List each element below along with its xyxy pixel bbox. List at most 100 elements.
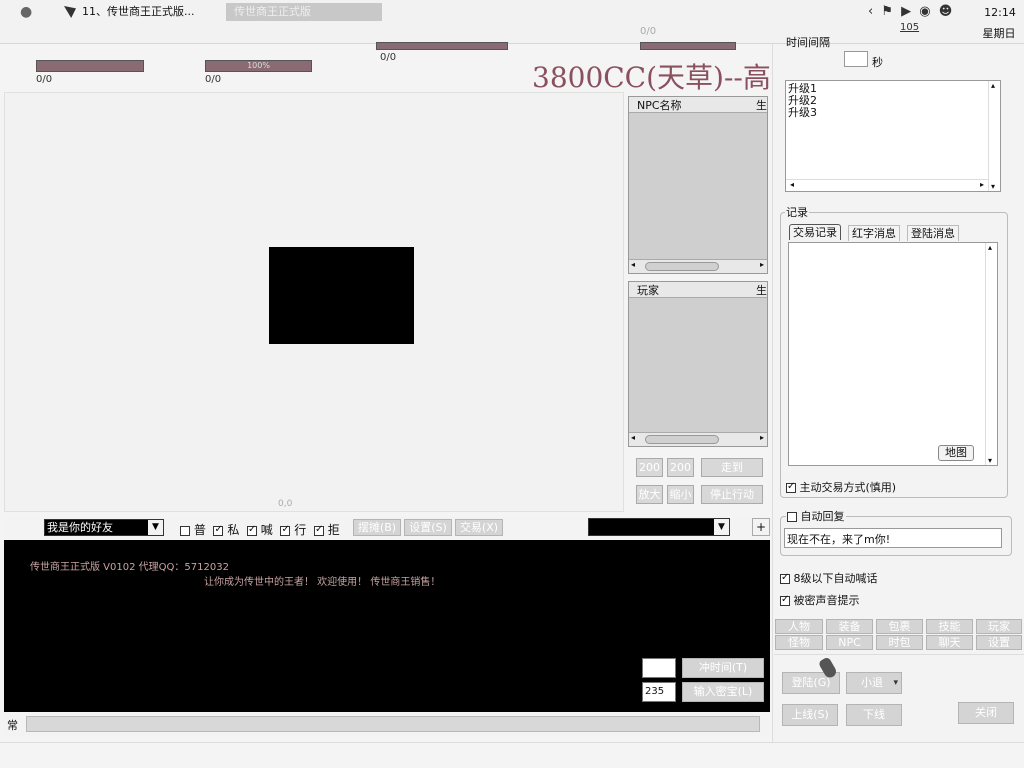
- upgrade-list[interactable]: 升级1 升级2 升级3 ◂ ▸ ▴ ▾: [785, 80, 1001, 192]
- filter-private[interactable]: 私: [213, 523, 239, 537]
- window-tab-1[interactable]: 11、传世商王正式版...: [64, 3, 222, 21]
- zoom-out-button[interactable]: 缩小: [667, 485, 694, 504]
- input-secret-button[interactable]: 输入密宝(L): [682, 682, 764, 702]
- filter-guild[interactable]: 行: [280, 523, 306, 537]
- tab-red-messages[interactable]: 红字消息: [848, 225, 900, 241]
- monsters-button[interactable]: 怪物: [775, 635, 823, 650]
- coord-x-field[interactable]: 200: [636, 458, 663, 477]
- chat-button[interactable]: 聊天: [926, 635, 973, 650]
- settings-button[interactable]: 设置: [976, 635, 1022, 650]
- stall-button[interactable]: 摆摊(B): [353, 519, 401, 536]
- login-area: [774, 654, 1024, 740]
- auto-shout-option[interactable]: 8级以下自动喊话: [780, 570, 878, 586]
- records-vscroll[interactable]: ▴ ▾: [985, 243, 997, 465]
- scroll-thumb[interactable]: [645, 262, 719, 271]
- player-list-hscroll[interactable]: ◂ ▸: [629, 432, 767, 446]
- window-tab-2[interactable]: 传世商王正式版: [226, 3, 382, 21]
- auto-trade-option[interactable]: 主动交易方式(慎用): [786, 479, 896, 495]
- user-icon[interactable]: ☻: [939, 4, 955, 19]
- weight-bar: [640, 42, 736, 50]
- interval-label: 时间间隔: [786, 36, 830, 49]
- npc-column-header: NPC名称: [637, 99, 682, 112]
- offline-button[interactable]: 下线: [846, 704, 902, 726]
- flag-icon[interactable]: ⚑: [881, 4, 895, 19]
- auto-reply-input[interactable]: 现在不在，来了m你!: [784, 528, 1002, 548]
- network-icon[interactable]: ◉: [919, 4, 932, 19]
- npc-list[interactable]: NPC名称 生 ◂ ▸: [628, 96, 768, 274]
- filter-normal[interactable]: 普: [180, 523, 206, 537]
- map-button[interactable]: 地图: [938, 445, 974, 461]
- upgrade-vscroll[interactable]: ▴ ▾: [988, 81, 1000, 191]
- coordinate-readout: 0,0: [278, 499, 293, 509]
- auto-reply-checkbox[interactable]: [787, 512, 797, 522]
- scroll-left-icon[interactable]: ◂: [631, 433, 635, 442]
- auto-shout-checkbox[interactable]: [780, 572, 790, 584]
- app-icon: [64, 6, 76, 18]
- npc-list-hscroll[interactable]: ◂ ▸: [629, 259, 767, 273]
- chevron-left-icon[interactable]: ‹: [868, 4, 875, 19]
- upgrade-item[interactable]: 升级2: [788, 95, 998, 107]
- player-column2-header: 生: [756, 284, 767, 297]
- timed-bag-button[interactable]: 时包: [876, 635, 923, 650]
- scroll-right-icon[interactable]: ▸: [760, 433, 764, 442]
- player-list[interactable]: 玩家 生 ◂ ▸: [628, 281, 768, 447]
- expand-button[interactable]: +: [752, 518, 770, 536]
- chat-settings-button[interactable]: 设置(S): [404, 519, 452, 536]
- coord-y-field[interactable]: 200: [667, 458, 694, 477]
- player-list-header[interactable]: 玩家 生: [629, 282, 767, 298]
- auto-trade-label: 主动交易方式(慎用): [799, 481, 897, 494]
- upgrade-item[interactable]: 升级1: [788, 83, 998, 95]
- equipment-button[interactable]: 装备: [826, 619, 873, 634]
- online-button[interactable]: 上线(S): [782, 704, 838, 726]
- trade-button[interactable]: 交易(X): [455, 519, 503, 536]
- number-input[interactable]: 235: [642, 682, 676, 702]
- npc-column2-header: 生: [756, 99, 767, 112]
- player-column-header: 玩家: [637, 284, 659, 297]
- logout-select-value: 小退: [861, 676, 883, 689]
- scroll-thumb[interactable]: [645, 435, 719, 444]
- records-list[interactable]: ▴ ▾: [788, 242, 998, 466]
- dropdown-arrow-icon[interactable]: ▼: [148, 520, 163, 535]
- upgrade-hscroll[interactable]: ◂ ▸: [786, 179, 988, 191]
- clock-weekday: 星期日: [982, 27, 1016, 40]
- npc-button[interactable]: NPC: [826, 635, 873, 650]
- upgrade-item[interactable]: 升级3: [788, 107, 998, 119]
- charge-time-button[interactable]: 冲时间(T): [682, 658, 764, 678]
- auto-reply-title: 自动回复: [800, 510, 845, 523]
- stop-action-button[interactable]: 停止行动: [701, 485, 763, 504]
- auto-reply-option[interactable]: 自动回复: [786, 508, 846, 524]
- zoom-in-button[interactable]: 放大: [636, 485, 663, 504]
- character-button[interactable]: 人物: [775, 619, 823, 634]
- npc-list-header[interactable]: NPC名称 生: [629, 97, 767, 113]
- skills-button[interactable]: 技能: [926, 619, 973, 634]
- whisper-sound-option[interactable]: 被密声音提示: [780, 592, 860, 608]
- scroll-left-icon[interactable]: ◂: [631, 260, 635, 269]
- dropdown-arrow-icon[interactable]: ▾: [893, 673, 898, 693]
- players-button[interactable]: 玩家: [976, 619, 1022, 634]
- apple-menu-icon[interactable]: ●: [20, 4, 32, 20]
- whisper-sound-checkbox[interactable]: [780, 594, 790, 606]
- chat-input[interactable]: [26, 716, 760, 732]
- play-icon[interactable]: ▶: [901, 4, 913, 19]
- filter-shout[interactable]: 喊: [246, 523, 273, 537]
- auto-trade-checkbox[interactable]: [786, 481, 796, 493]
- friend-select[interactable]: 我是你的好友 ▼: [44, 519, 164, 536]
- close-button[interactable]: 关闭: [958, 702, 1014, 724]
- status-bar: [0, 742, 1024, 768]
- bag-button[interactable]: 包裹: [876, 619, 923, 634]
- system-tray: ‹ ⚑ ▶ ◉ ☻ 105: [868, 4, 978, 33]
- filter-reject[interactable]: 拒: [313, 523, 340, 537]
- mp-label: 0/0: [205, 74, 222, 85]
- tab-trade-records[interactable]: 交易记录: [789, 224, 841, 240]
- chat-prefix: 常: [7, 719, 18, 732]
- time-input[interactable]: [642, 658, 676, 678]
- tab-login-messages[interactable]: 登陆消息: [907, 225, 959, 241]
- records-title: 记录: [785, 204, 809, 220]
- logout-select[interactable]: 小退 ▾: [846, 672, 902, 694]
- goto-button[interactable]: 走到: [701, 458, 763, 477]
- interval-input[interactable]: [844, 51, 868, 67]
- dropdown-arrow-icon[interactable]: ▼: [714, 519, 729, 535]
- channel-select[interactable]: ▼: [588, 518, 730, 536]
- exp-label: 0/0: [380, 52, 397, 63]
- scroll-right-icon[interactable]: ▸: [760, 260, 764, 269]
